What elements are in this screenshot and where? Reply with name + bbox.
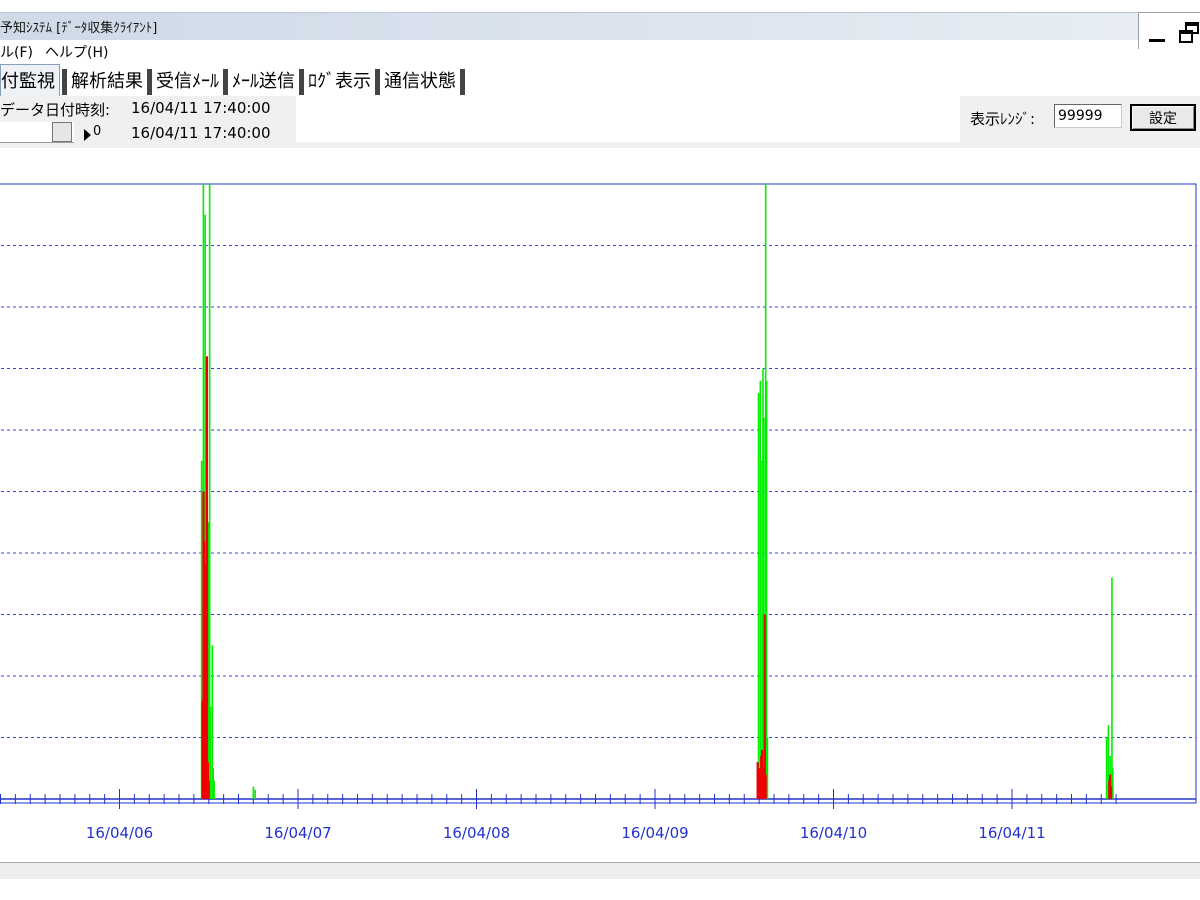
x-tick-label: 16/04/08 [443, 824, 510, 842]
x-tick-label: 16/04/10 [800, 824, 867, 842]
info-blank-area [296, 96, 960, 142]
minimize-icon[interactable] [1149, 39, 1165, 42]
tab-monitor[interactable]: 付監視 [0, 64, 60, 97]
chart-area: 16/04/0516/04/0616/04/0716/04/0816/04/09… [0, 148, 1200, 864]
data-datetime-label: データ日付時刻: [0, 101, 111, 119]
slider-datetime: 16/04/11 17:40:00 [131, 124, 271, 142]
tab-separator [299, 69, 304, 95]
x-tick-label: 16/04/09 [621, 824, 688, 842]
tab-log-view[interactable]: ﾛｸﾞ表示 [306, 65, 373, 95]
x-tick-label: 16/04/11 [978, 824, 1045, 842]
display-range-label: 表示ﾚﾝｼﾞ: [970, 110, 1036, 128]
data-datetime-value: 16/04/11 17:40:00 [131, 99, 271, 117]
menu-bar: ル(F) ヘルプ(H) [0, 40, 1138, 62]
title-bar: 予知ｼｽﾃﾑ [ﾃﾞｰﾀ収集ｸﾗｲｱﾝﾄ] [0, 12, 1200, 40]
tab-separator [62, 69, 67, 95]
x-tick-label: 16/04/07 [264, 824, 331, 842]
tab-analysis-result[interactable]: 解析結果 [69, 65, 145, 95]
tab-separator [223, 69, 228, 95]
tab-send-mail[interactable]: ﾒｰﾙ送信 [230, 65, 297, 95]
tab-received-mail[interactable]: 受信ﾒｰﾙ [154, 65, 221, 95]
tab-separator [147, 69, 152, 95]
plot-frame [0, 183, 1197, 804]
display-range-input[interactable] [1054, 104, 1122, 128]
restore-icon[interactable] [1179, 22, 1199, 44]
tab-separator [375, 69, 380, 95]
tab-comm-status[interactable]: 通信状態 [382, 65, 458, 95]
window-controls [1138, 12, 1200, 49]
tab-separator [460, 69, 465, 95]
set-button[interactable]: 設定 [1130, 104, 1196, 131]
slider-value: 0 [93, 124, 102, 139]
tab-bar: 付監視 解析結果 受信ﾒｰﾙ ﾒｰﾙ送信 ﾛｸﾞ表示 通信状態 [0, 64, 467, 97]
x-tick-label: 16/04/06 [86, 824, 153, 842]
menu-file[interactable]: ル(F) [0, 42, 33, 62]
menu-help[interactable]: ヘルプ(H) [45, 42, 108, 62]
trend-chart: 16/04/0516/04/0616/04/0716/04/0816/04/09… [0, 183, 1197, 842]
time-slider-thumb[interactable] [52, 122, 72, 142]
status-strip [0, 862, 1200, 879]
window-title: 予知ｼｽﾃﾑ [ﾃﾞｰﾀ収集ｸﾗｲｱﾝﾄ] [0, 21, 158, 36]
play-icon[interactable] [84, 129, 91, 141]
